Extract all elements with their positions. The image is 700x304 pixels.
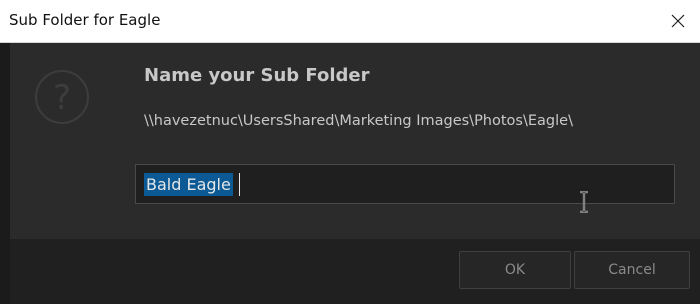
- svg-text:?: ?: [53, 78, 71, 118]
- close-icon: [671, 14, 685, 28]
- ok-button[interactable]: OK: [459, 251, 571, 289]
- selected-input-text: Bald Eagle: [144, 173, 233, 196]
- title-bar: Sub Folder for Eagle: [0, 0, 700, 43]
- dialog-body: ? Name your Sub Folder \\havezetnuc\User…: [10, 43, 700, 239]
- window-title: Sub Folder for Eagle: [9, 11, 161, 29]
- ibeam-cursor-icon: [580, 191, 588, 213]
- question-circle-icon: ?: [35, 70, 89, 124]
- text-caret: [239, 173, 240, 196]
- dialog-heading: Name your Sub Folder: [144, 65, 370, 86]
- subfolder-name-input[interactable]: Bald Eagle: [135, 164, 675, 213]
- close-button[interactable]: [656, 0, 700, 42]
- folder-path: \\havezetnuc\UsersShared\Marketing Image…: [144, 113, 573, 129]
- dialog-footer: OK Cancel: [10, 239, 700, 304]
- dialog-window: Sub Folder for Eagle ? Name your Sub Fol…: [0, 0, 700, 304]
- cancel-button[interactable]: Cancel: [574, 251, 690, 289]
- background-window-edge: [0, 0, 10, 304]
